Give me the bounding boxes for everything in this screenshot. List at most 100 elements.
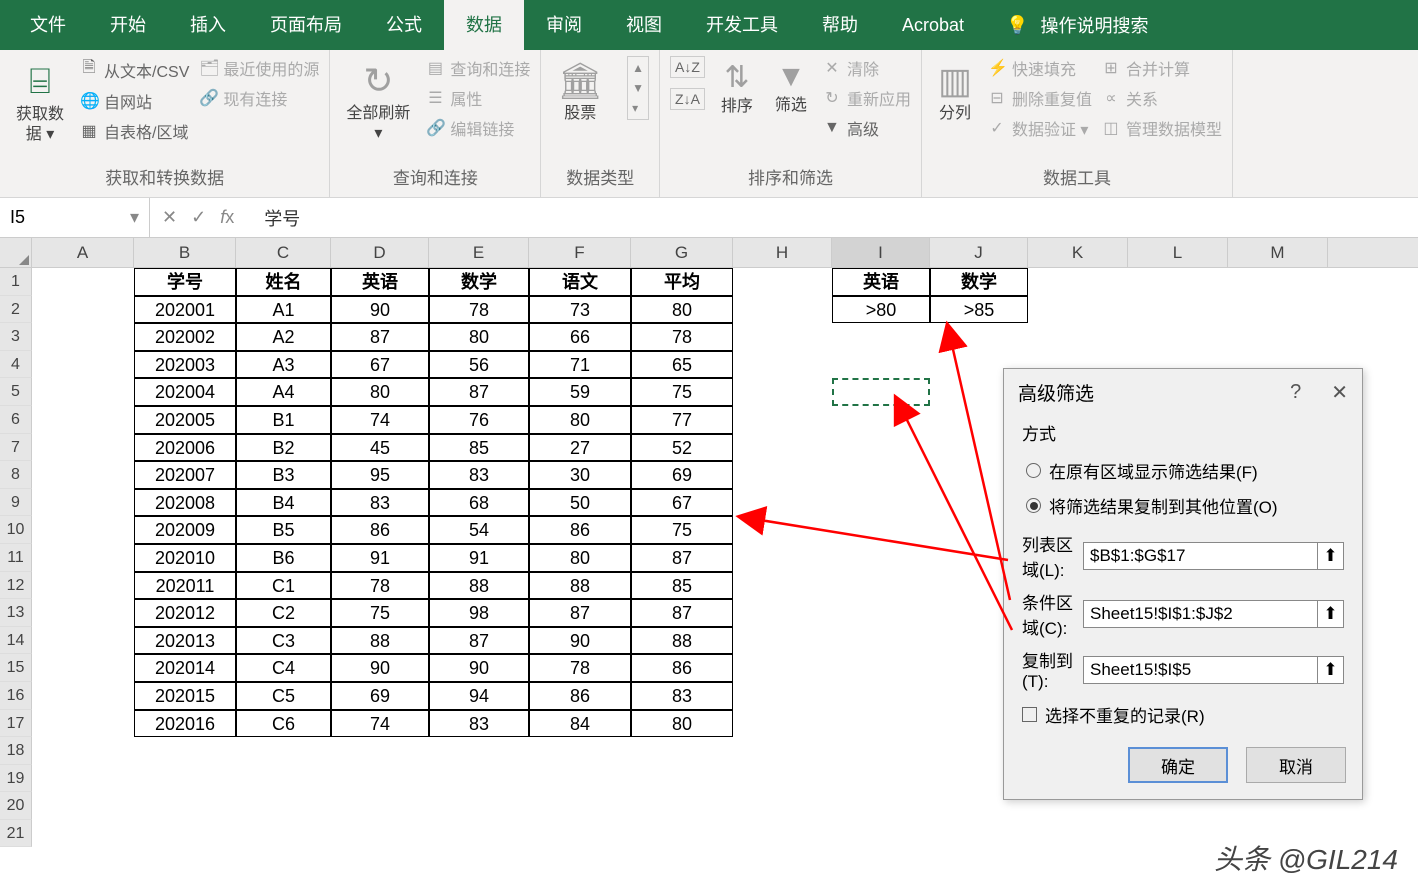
cell[interactable]: >80	[832, 296, 930, 324]
cell[interactable]: 80	[631, 710, 733, 738]
cell[interactable]: 英语	[832, 268, 930, 296]
cell[interactable]: 平均	[631, 268, 733, 296]
radio-copy-elsewhere[interactable]: 将筛选结果复制到其他位置(O)	[1022, 488, 1344, 523]
cell[interactable]: B4	[236, 489, 331, 517]
row-header-9[interactable]: 9	[0, 489, 32, 517]
cell[interactable]: 86	[331, 516, 429, 544]
queries-connections[interactable]: ▤查询和连接	[426, 56, 530, 80]
tell-me-search[interactable]: 💡操作说明搜索	[1006, 12, 1148, 38]
fx-icon[interactable]: fx	[220, 207, 234, 228]
row-header-18[interactable]: 18	[0, 737, 32, 765]
cell[interactable]: 67	[631, 489, 733, 517]
remove-duplicates[interactable]: ⊟删除重复值	[988, 86, 1092, 110]
cell[interactable]: 语文	[529, 268, 631, 296]
cell[interactable]: 75	[331, 599, 429, 627]
cell[interactable]: 姓名	[236, 268, 331, 296]
cell[interactable]: C5	[236, 682, 331, 710]
cell[interactable]: 202006	[134, 434, 236, 462]
edit-links[interactable]: 🔗编辑链接	[426, 116, 530, 140]
cell[interactable]: 85	[631, 572, 733, 600]
cell[interactable]: 数学	[930, 268, 1028, 296]
cell[interactable]: 94	[429, 682, 529, 710]
cell[interactable]: 87	[429, 627, 529, 655]
cell[interactable]: 78	[331, 572, 429, 600]
row-header-4[interactable]: 4	[0, 351, 32, 379]
tab-帮助[interactable]: 帮助	[800, 0, 880, 50]
cell[interactable]: 69	[631, 461, 733, 489]
cell[interactable]: A1	[236, 296, 331, 324]
cell[interactable]: 87	[631, 599, 733, 627]
cell[interactable]: B1	[236, 406, 331, 434]
cell[interactable]: 88	[631, 627, 733, 655]
cell[interactable]: 27	[529, 434, 631, 462]
row-header-20[interactable]: 20	[0, 792, 32, 820]
cell[interactable]: 202010	[134, 544, 236, 572]
text-to-columns-button[interactable]: ▥分列	[932, 56, 978, 128]
cell[interactable]: 80	[429, 323, 529, 351]
tab-视图[interactable]: 视图	[604, 0, 684, 50]
column-header-F[interactable]: F	[529, 238, 631, 267]
cell[interactable]: 学号	[134, 268, 236, 296]
cell[interactable]: 78	[429, 296, 529, 324]
cell[interactable]: 87	[429, 378, 529, 406]
flash-fill[interactable]: ⚡快速填充	[988, 56, 1092, 80]
tab-审阅[interactable]: 审阅	[524, 0, 604, 50]
consolidate[interactable]: ⊞合并计算	[1102, 56, 1222, 80]
range-input-1[interactable]	[1083, 600, 1318, 628]
cell[interactable]: 50	[529, 489, 631, 517]
row-header-5[interactable]: 5	[0, 378, 32, 406]
cell[interactable]: 56	[429, 351, 529, 379]
cell[interactable]: 87	[331, 323, 429, 351]
cell[interactable]: 202012	[134, 599, 236, 627]
scroll-up-icon[interactable]: ▲	[632, 61, 644, 75]
cell[interactable]: 75	[631, 378, 733, 406]
row-header-11[interactable]: 11	[0, 544, 32, 572]
get-data-button[interactable]: ⌸获取数据 ▾	[10, 56, 70, 149]
cell[interactable]: 30	[529, 461, 631, 489]
range-input-0[interactable]	[1083, 542, 1318, 570]
tab-文件[interactable]: 文件	[8, 0, 88, 50]
cell[interactable]: A3	[236, 351, 331, 379]
row-header-21[interactable]: 21	[0, 820, 32, 848]
column-header-M[interactable]: M	[1228, 238, 1328, 267]
cell[interactable]: 91	[331, 544, 429, 572]
select-all-corner[interactable]	[0, 238, 32, 267]
tab-插入[interactable]: 插入	[168, 0, 248, 50]
expand-icon[interactable]: ▾	[632, 101, 644, 115]
tab-开发工具[interactable]: 开发工具	[684, 0, 800, 50]
stocks-button[interactable]: 🏛股票	[551, 56, 609, 128]
tab-数据[interactable]: 数据	[444, 0, 524, 50]
from-web[interactable]: 🌐自网站	[80, 89, 189, 113]
unique-records-checkbox[interactable]: 选择不重复的记录(R)	[1022, 702, 1344, 727]
row-header-6[interactable]: 6	[0, 406, 32, 434]
cell[interactable]: 68	[429, 489, 529, 517]
range-input-2[interactable]	[1083, 656, 1318, 684]
cell[interactable]: 80	[529, 544, 631, 572]
cell[interactable]: 202016	[134, 710, 236, 738]
column-header-K[interactable]: K	[1028, 238, 1128, 267]
cell[interactable]: 71	[529, 351, 631, 379]
name-box[interactable]: I5 ▾	[0, 198, 150, 237]
cancel-button[interactable]: 取消	[1246, 747, 1346, 783]
cell[interactable]: 202008	[134, 489, 236, 517]
cell[interactable]: 83	[429, 461, 529, 489]
row-header-19[interactable]: 19	[0, 765, 32, 793]
cell[interactable]: 80	[631, 296, 733, 324]
row-header-13[interactable]: 13	[0, 599, 32, 627]
tab-页面布局[interactable]: 页面布局	[248, 0, 364, 50]
column-header-A[interactable]: A	[32, 238, 134, 267]
cell[interactable]: 90	[529, 627, 631, 655]
cell[interactable]: 202001	[134, 296, 236, 324]
radio-filter-inplace[interactable]: 在原有区域显示筛选结果(F)	[1022, 453, 1344, 488]
column-header-J[interactable]: J	[930, 238, 1028, 267]
cell[interactable]: 202003	[134, 351, 236, 379]
advanced-filter[interactable]: ▼高级	[823, 116, 911, 140]
row-header-2[interactable]: 2	[0, 296, 32, 324]
sort-desc-button[interactable]: Z↓A	[670, 88, 705, 110]
sort-asc-button[interactable]: A↓Z	[670, 56, 705, 78]
row-header-14[interactable]: 14	[0, 627, 32, 655]
cell[interactable]: B2	[236, 434, 331, 462]
cell[interactable]: B6	[236, 544, 331, 572]
cell[interactable]: 66	[529, 323, 631, 351]
cell[interactable]: 83	[429, 710, 529, 738]
